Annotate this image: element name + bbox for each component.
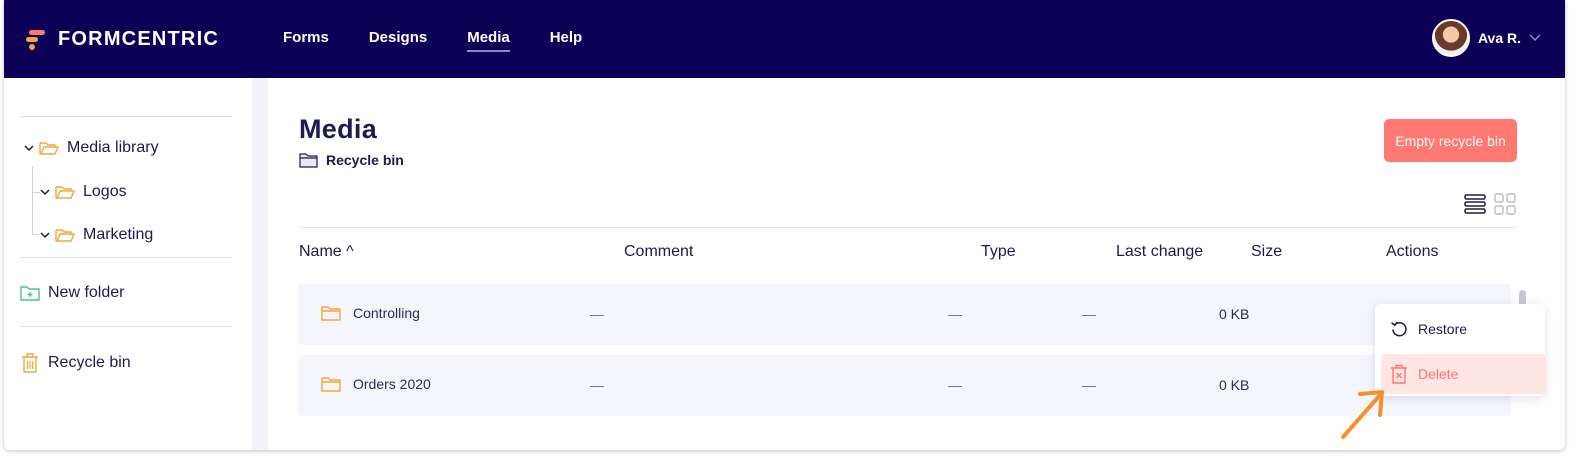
new-folder-button[interactable]: New folder (20, 284, 124, 302)
row-name[interactable]: Controlling (321, 305, 420, 321)
sidebar-divider (20, 116, 232, 117)
tree-item-label: Logos (83, 183, 127, 200)
row-type: — (948, 377, 962, 393)
top-navbar: FORMCENTRIC Forms Designs Media Help Ava… (4, 0, 1565, 78)
folder-open-icon (55, 229, 75, 242)
chevron-down-icon (40, 188, 50, 195)
row-name-label: Orders 2020 (353, 376, 431, 392)
restore-menu-item[interactable]: Restore (1381, 309, 1546, 349)
sidebar-divider (20, 257, 232, 258)
grid-view-icon[interactable] (1494, 193, 1516, 215)
tree-item-media-library[interactable]: Media library (24, 139, 159, 157)
avatar (1431, 19, 1470, 57)
row-size: 0 KB (1219, 306, 1250, 322)
brand-name: FORMCENTRIC (58, 27, 219, 50)
row-comment: — (590, 306, 604, 322)
tree-connector (32, 192, 40, 193)
chevron-down-icon (1529, 34, 1541, 42)
sidebar: Media library Logos Marketing New folder… (4, 78, 252, 450)
nav-designs[interactable]: Designs (369, 29, 427, 52)
row-comment: — (590, 377, 604, 393)
logo-mark-icon (26, 26, 46, 52)
annotation-arrow-icon (1341, 390, 1384, 439)
recycle-bin-link[interactable]: Recycle bin (20, 352, 131, 374)
list-view-icon[interactable] (1464, 193, 1486, 215)
tree-item-marketing[interactable]: Marketing (40, 226, 153, 244)
row-name[interactable]: Orders 2020 (321, 376, 431, 392)
folder-open-icon (39, 142, 59, 155)
row-last-change: — (1082, 306, 1096, 322)
tree-item-logos[interactable]: Logos (40, 183, 127, 201)
column-header-size: Size (1251, 243, 1283, 260)
breadcrumb-label: Recycle bin (326, 152, 404, 168)
row-actions-menu: Restore Delete (1375, 304, 1546, 396)
column-header-type: Type (981, 243, 1016, 260)
tree-item-label: Marketing (83, 226, 154, 243)
row-name-label: Controlling (353, 305, 420, 321)
delete-label: Delete (1418, 366, 1459, 382)
app-window: FORMCENTRIC Forms Designs Media Help Ava… (4, 0, 1565, 450)
folder-open-icon (55, 186, 75, 199)
folder-plus-icon (20, 286, 40, 301)
nav-media[interactable]: Media (467, 29, 510, 52)
nav-forms[interactable]: Forms (283, 29, 329, 52)
restore-icon (1391, 321, 1407, 337)
user-name: Ava R. (1477, 30, 1521, 46)
column-header-last-change: Last change (1116, 243, 1204, 260)
chevron-down-icon (40, 231, 50, 238)
folder-icon (321, 306, 341, 321)
tree-connector (32, 234, 40, 235)
column-header-comment: Comment (624, 243, 694, 260)
sidebar-edge (252, 78, 268, 450)
breadcrumb[interactable]: Recycle bin (299, 152, 404, 168)
trash-icon (22, 353, 38, 373)
new-folder-label: New folder (48, 284, 125, 301)
tree-item-label: Media library (67, 139, 159, 156)
nav-help[interactable]: Help (550, 29, 583, 52)
delete-menu-item[interactable]: Delete (1381, 354, 1546, 394)
user-menu[interactable]: Ava R. (1431, 19, 1541, 57)
page-title: Media (299, 114, 378, 144)
header-divider (299, 227, 1517, 228)
column-header-name[interactable]: Name ^ (299, 243, 354, 261)
restore-label: Restore (1418, 321, 1468, 337)
row-last-change: — (1082, 377, 1096, 393)
empty-recycle-bin-button[interactable]: Empty recycle bin (1384, 119, 1517, 162)
folder-icon (299, 153, 318, 168)
chevron-down-icon (24, 144, 34, 151)
row-size: 0 KB (1219, 377, 1250, 393)
folder-icon (321, 377, 341, 392)
trash-delete-icon (1391, 364, 1407, 384)
row-type: — (948, 306, 962, 322)
main-nav: Forms Designs Media Help (283, 29, 622, 52)
table-row[interactable]: Orders 2020 — — — 0 KB (298, 355, 1511, 416)
brand-logo[interactable]: FORMCENTRIC (26, 25, 219, 53)
column-header-actions: Actions (1386, 243, 1439, 260)
sidebar-divider (20, 326, 232, 327)
tree-connector (32, 166, 33, 234)
recycle-bin-label: Recycle bin (48, 354, 131, 371)
table-row[interactable]: Controlling — — — 0 KB (298, 284, 1511, 345)
